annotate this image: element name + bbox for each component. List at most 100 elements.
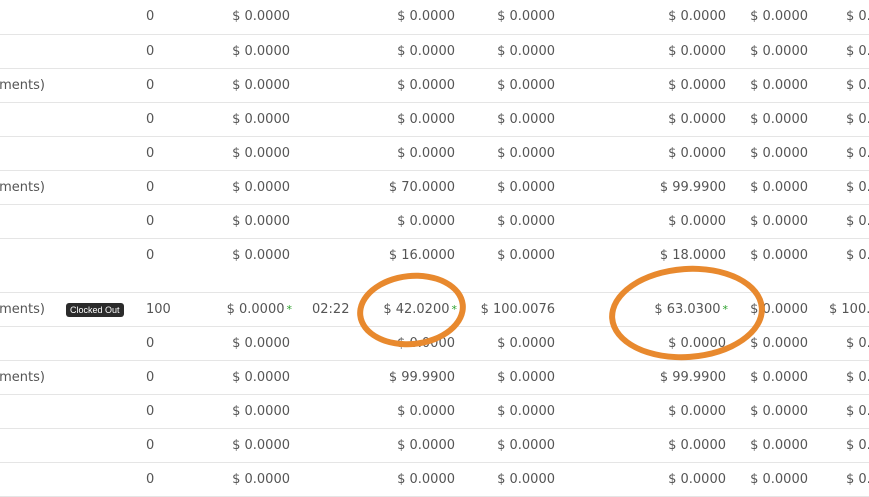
cell-qty-text: 0 [146, 78, 155, 93]
cell-c3: $ 0.0000 [497, 9, 555, 25]
badge-cell: Clocked Out [66, 302, 124, 318]
cell-c6-text: $ 0. [846, 146, 869, 161]
cell-c2: $ 70.0000 [389, 180, 457, 196]
adjusted-marker: * [286, 303, 293, 316]
cell-name-text: tments) [0, 180, 45, 195]
cell-c2: $ 42.0200 * [383, 302, 457, 318]
cell-qty-text: 0 [146, 336, 155, 351]
cell-c4-text: $ 99.9900 [659, 180, 726, 195]
cell-c3-text: $ 0.0000 [497, 248, 555, 263]
cell-c1: $ 0.0000 [232, 472, 292, 488]
cell-c1-text: $ 0.0000 [232, 370, 290, 385]
cell-c3-text: $ 100.0076 [480, 302, 555, 317]
cell-c3: $ 0.0000 [497, 404, 555, 420]
table-row: 0 $ 0.0000 $ 0.0000 $ 0.0000 $ 0.0000 $ 0.000… [0, 395, 869, 429]
cell-c1: $ 0.0000 [232, 370, 292, 386]
cell-c5: $ 0.0000 [750, 78, 808, 94]
cell-c4-text: $ 0.0000 [668, 112, 726, 127]
cell-c1-text: $ 0.0000 [232, 438, 290, 453]
cell-c4: $ 0.0000 [668, 404, 728, 420]
cell-qty: 0 [146, 214, 154, 230]
cell-c6: $ 0. [846, 438, 869, 454]
cell-c3-text: $ 0.0000 [497, 370, 555, 385]
cell-c2: $ 0.0000 [397, 472, 457, 488]
cell-c1-text: $ 0.0000 [232, 214, 290, 229]
table-row: 0 $ 0.0000 $ 0.0000 $ 0.0000 $ 0.0000 $ 0.000… [0, 327, 869, 361]
cell-name-text: tments) [0, 370, 45, 385]
cell-c6: $ 0. [846, 248, 869, 264]
cell-c4: $ 63.0300 * [654, 302, 728, 318]
cell-c4: $ 0.0000 [668, 472, 728, 488]
cell-c6: $ 0. [846, 180, 869, 196]
cell-c1-text: $ 0.0000 [232, 112, 290, 127]
table-row: 0 $ 0.0000 $ 0.0000 $ 0.0000 $ 0.0000 $ 0.000… [0, 0, 869, 35]
cell-c1: $ 0.0000 [232, 248, 292, 264]
cell-c3: $ 0.0000 [497, 78, 555, 94]
cell-c2-text: $ 0.0000 [397, 112, 455, 127]
cell-c1-text: $ 0.0000 [232, 44, 290, 59]
table-row: 0 $ 0.0000 $ 0.0000 $ 0.0000 $ 0.0000 $ 0.000… [0, 137, 869, 171]
cell-c5: $ 0.0000 [750, 214, 808, 230]
table-row: 0 $ 0.0000 $ 0.0000 $ 0.0000 $ 0.0000 $ 0.000… [0, 463, 869, 497]
cell-c4-text: $ 0.0000 [668, 336, 726, 351]
cell-qty: 0 [146, 180, 154, 196]
cell-c6: $ 0. [846, 404, 869, 420]
cell-c2: $ 16.0000 [389, 248, 457, 264]
cell-c2: $ 0.0000 [397, 78, 457, 94]
cell-c6-text: $ 0. [846, 78, 869, 93]
cell-c3: $ 0.0000 [497, 336, 555, 352]
adjusted-marker: * [451, 303, 458, 316]
cell-c2: $ 99.9900 [389, 370, 457, 386]
cell-c2-text: $ 0.0000 [397, 44, 455, 59]
cell-c1-text: $ 0.0000 [232, 404, 290, 419]
cell-c5: $ 0.0000 [750, 112, 808, 128]
cell-c5: $ 0.0000 [750, 9, 808, 25]
cell-c4: $ 0.0000 [668, 214, 728, 230]
cell-c5: $ 0.0000 [750, 180, 808, 196]
cell-c5: $ 0.0000 [750, 302, 808, 318]
cell-c2: $ 0.0000 [397, 336, 457, 352]
cell-c2-text: $ 42.0200 [383, 302, 450, 317]
table-row: 0 $ 0.0000 $ 16.0000 $ 0.0000 $ 18.0000 $ 0.0… [0, 239, 869, 293]
cell-c1-text: $ 0.0000 [232, 78, 290, 93]
cell-c4: $ 0.0000 [668, 78, 728, 94]
cell-c2: $ 0.0000 [397, 112, 457, 128]
cell-c6: $ 0. [846, 146, 869, 162]
table-row: 0 $ 0.0000 $ 0.0000 $ 0.0000 $ 0.0000 $ 0.000… [0, 103, 869, 137]
cell-c5-text: $ 0.0000 [750, 248, 808, 263]
cell-qty-text: 0 [146, 438, 155, 453]
cell-c1-text: $ 0.0000 [226, 302, 285, 317]
cell-c4: $ 0.0000 [668, 9, 728, 25]
cell-c4-text: $ 0.0000 [668, 404, 726, 419]
cell-c4-text: $ 0.0000 [668, 9, 726, 24]
cell-qty: 0 [146, 146, 154, 162]
cell-qty-text: 0 [146, 44, 155, 59]
cell-qty: 0 [146, 78, 154, 94]
cell-c1-text: $ 0.0000 [232, 146, 290, 161]
cell-c4: $ 0.0000 [668, 438, 728, 454]
cell-c6-text: $ 0. [846, 248, 869, 263]
cell-c1: $ 0.0000 [232, 44, 292, 60]
cell-c6: $ 100. [829, 302, 869, 318]
cell-c2-text: $ 0.0000 [397, 214, 455, 229]
cell-qty-text: 0 [146, 214, 155, 229]
cell-qty-text: 0 [146, 112, 155, 127]
cell-c4-text: $ 99.9900 [659, 370, 726, 385]
cell-name: tments) [0, 370, 124, 386]
cell-c5-text: $ 0.0000 [750, 336, 808, 351]
table-row: tments) 0 $ 0.0000 $ 0.0000 $ 0.0000 $ 0.0000… [0, 69, 869, 103]
cell-qty: 0 [146, 404, 154, 420]
cell-c5: $ 0.0000 [750, 248, 808, 264]
cell-c3: $ 0.0000 [497, 112, 555, 128]
cell-c6-text: $ 0. [846, 112, 869, 127]
cell-c2: $ 0.0000 [397, 214, 457, 230]
cell-c1: $ 0.0000 [232, 78, 292, 94]
cell-c1: $ 0.0000 [232, 180, 292, 196]
cell-c4-text: $ 0.0000 [668, 438, 726, 453]
cell-c1: $ 0.0000 [232, 9, 292, 25]
cell-qty-text: 100 [146, 302, 171, 317]
table-row: 0 $ 0.0000 $ 0.0000 $ 0.0000 $ 0.0000 $ 0.000… [0, 35, 869, 69]
cell-c5: $ 0.0000 [750, 438, 808, 454]
cell-c5: $ 0.0000 [750, 370, 808, 386]
cell-qty: 0 [146, 438, 154, 454]
